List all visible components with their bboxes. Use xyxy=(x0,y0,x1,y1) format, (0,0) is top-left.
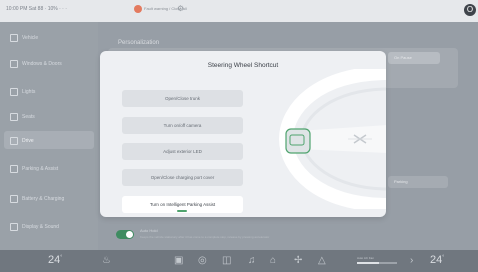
sidebar-item-label: Seats xyxy=(22,114,35,120)
navigation-icon[interactable]: △ xyxy=(318,256,326,266)
sidebar-item-parking[interactable]: Parking & Assist xyxy=(10,165,58,173)
option-label: Turn on Intelligent Parking Assist xyxy=(149,202,216,207)
sidebar-item-drive[interactable]: Drive xyxy=(10,137,34,145)
car-icon xyxy=(10,34,18,42)
seat-icon xyxy=(10,113,18,121)
option-charging-port[interactable]: Open/Close charging port cover xyxy=(122,169,243,186)
temperature-value: 24 xyxy=(48,254,61,266)
fan-icon[interactable]: ✢ xyxy=(294,256,302,266)
music-icon[interactable]: ♫ xyxy=(248,256,256,266)
sidebar-item-label: Display & Sound xyxy=(22,224,59,230)
status-bar xyxy=(0,0,478,22)
driver-temperature[interactable]: 24° xyxy=(48,254,62,266)
option-label: Adjust exterior LED xyxy=(163,149,202,154)
option-open-close-trunk[interactable]: Open/Close trunk xyxy=(122,90,243,107)
alert-dot-icon xyxy=(134,5,142,13)
chevron-right-icon[interactable]: › xyxy=(410,256,413,266)
option-exterior-led[interactable]: Adjust exterior LED xyxy=(122,143,243,160)
battery-icon xyxy=(10,195,18,203)
sidebar-item-battery[interactable]: Battery & Charging xyxy=(10,195,64,203)
option-label: Open/Close trunk xyxy=(164,96,201,101)
seat-heat-icon[interactable]: ♨ xyxy=(102,256,111,266)
light-icon xyxy=(10,88,18,96)
sidebar-item-label: Lights xyxy=(22,89,36,95)
option-label: Turn on/off camera xyxy=(163,123,202,128)
climate-dock xyxy=(0,250,478,272)
sidebar-item-vehicle[interactable]: Vehicle xyxy=(10,34,38,42)
section-title: Personalization xyxy=(118,40,160,46)
profile-avatar[interactable]: O xyxy=(464,4,476,16)
media-icon[interactable]: ◫ xyxy=(222,256,231,266)
toggle-description: Keeps the vehicle stationary after it ha… xyxy=(140,235,270,239)
sidebar-item-display[interactable]: Display & Sound xyxy=(10,223,59,231)
sidebar-item-label: Vehicle xyxy=(22,35,39,41)
home-icon[interactable]: ⌂ xyxy=(270,256,276,266)
steering-wheel-shortcut-dialog: Steering Wheel Shortcut Open/Close trunk… xyxy=(100,51,386,217)
temperature-value: 24 xyxy=(430,254,443,266)
toggle-label: Auto Hold xyxy=(140,228,158,233)
passenger-temperature[interactable]: 24° xyxy=(430,254,444,266)
temperature-unit: ° xyxy=(442,254,445,261)
defrost-icon[interactable]: ◎ xyxy=(198,256,207,266)
fan-speed-fill xyxy=(357,262,379,264)
parking-icon xyxy=(10,165,18,173)
car-icon[interactable]: ▣ xyxy=(174,256,183,266)
selected-indicator xyxy=(177,210,187,212)
option-chip[interactable]: Parking xyxy=(388,176,448,188)
sidebar-item-label: Windows & Doors xyxy=(22,61,62,67)
sidebar-item-label: Parking & Assist xyxy=(22,166,59,172)
auto-hold-toggle[interactable] xyxy=(116,230,134,239)
sidebar-item-label: Drive xyxy=(22,138,34,144)
toggle-knob xyxy=(126,231,133,238)
sidebar-item-label: Battery & Charging xyxy=(22,196,65,202)
sidebar-item-windows-doors[interactable]: Windows & Doors xyxy=(10,60,62,68)
option-chip[interactable]: On Pause xyxy=(388,52,440,64)
settings-gear-icon[interactable]: ⚙ xyxy=(177,4,184,13)
sidebar-item-seats[interactable]: Seats xyxy=(10,113,35,121)
steering-wheel-icon xyxy=(10,137,18,145)
door-icon xyxy=(10,60,18,68)
temperature-unit: ° xyxy=(60,254,63,261)
dialog-title: Steering Wheel Shortcut xyxy=(207,62,279,69)
steering-wheel-illustration xyxy=(278,69,386,209)
fan-label: Auto AC Fan xyxy=(357,256,375,260)
fan-speed-bar[interactable] xyxy=(357,262,397,264)
status-text: 10:00 PM Sat 88 · 10% · · · xyxy=(6,6,67,12)
option-camera[interactable]: Turn on/off camera xyxy=(122,117,243,134)
display-icon xyxy=(10,223,18,231)
option-label: Open/Close charging port cover xyxy=(150,175,215,180)
sidebar-item-lights[interactable]: Lights xyxy=(10,88,35,96)
option-intelligent-parking[interactable]: Turn on Intelligent Parking Assist xyxy=(122,196,243,213)
